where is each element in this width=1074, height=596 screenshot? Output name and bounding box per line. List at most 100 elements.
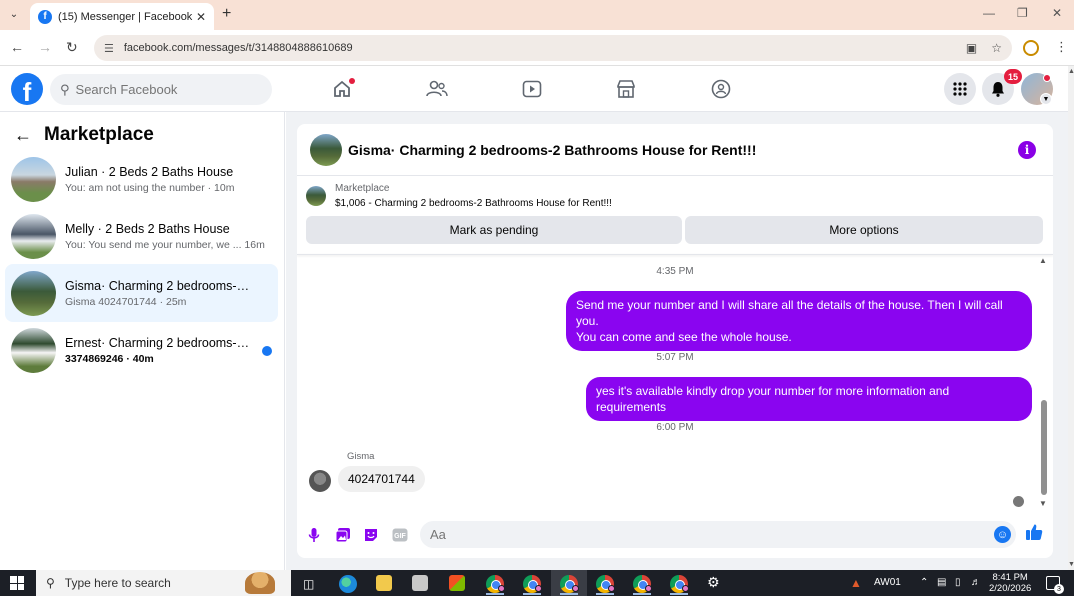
conversation-item-julian[interactable]: Julian · 2 Beds 2 Baths House You: am no… [5,150,278,208]
read-receipt-avatar [1013,496,1024,507]
facebook-search-box[interactable]: ⚲ [50,74,272,105]
url-text[interactable]: facebook.com/messages/t/3148804888610689 [124,42,952,54]
minimize-window-icon[interactable]: — [983,6,995,20]
chat-listing-avatar[interactable] [310,133,342,166]
conversation-name: Gisma· Charming 2 bedrooms-2 B... [65,278,255,293]
marketplace-conversations-panel: ← Marketplace Julian · 2 Beds 2 Baths Ho… [0,112,285,570]
running-indicator [560,593,578,595]
browser-menu-icon[interactable]: ⋮ [1055,39,1068,55]
settings-gear-icon[interactable]: ⚙ [707,574,720,591]
close-window-icon[interactable]: ✕ [1052,6,1062,20]
site-settings-icon[interactable]: ☰ [104,42,114,55]
message-input[interactable] [420,521,1016,548]
listing-thumbnail [11,327,56,373]
message-timestamp: 6:00 PM [656,422,694,433]
friends-icon[interactable] [426,78,448,100]
conversation-info-icon[interactable]: i [1018,141,1036,159]
back-arrow-icon[interactable]: ← [14,125,32,146]
gif-label: GIF [394,533,406,540]
microsoft-store-icon[interactable] [449,575,465,591]
gif-icon[interactable]: GIF [391,526,409,544]
facebook-search-input[interactable] [75,82,256,97]
outgoing-message[interactable]: Send me your number and I will share all… [566,291,1032,351]
volume-speaker-icon[interactable]: ♬ [971,577,981,588]
task-view-icon[interactable]: ◫ [303,577,314,591]
close-tab-icon[interactable]: ✕ [196,10,206,24]
conversation-name: Melly · 2 Beds 2 Baths House [65,221,230,236]
conversation-item-melly[interactable]: Melly · 2 Beds 2 Baths House You: You se… [5,207,278,265]
action-center-count: 3 [1054,584,1064,594]
search-highlight-muffin-icon[interactable] [245,572,275,594]
conversation-preview: 3374869246 · 40m [65,352,154,365]
install-app-icon[interactable]: ▣ [966,41,977,55]
address-bar[interactable]: ☰ facebook.com/messages/t/31488048886106… [94,35,1012,61]
show-hidden-icons-chevron-up-icon[interactable]: ⌃ [920,577,928,588]
chat-title[interactable]: Gisma· Charming 2 bedrooms-2 Bathrooms H… [348,142,756,158]
chat-window: Gisma· Charming 2 bedrooms-2 Bathrooms H… [297,124,1053,558]
conversation-item-ernest[interactable]: Ernest· Charming 2 bedrooms-1 ... 337486… [5,321,278,379]
taskbar-clock[interactable]: 8:41 PM 2/20/2026 [989,572,1031,594]
running-indicator [596,593,614,595]
new-tab-plus-icon[interactable]: + [222,5,231,23]
search-icon: ⚲ [60,81,70,97]
account-chevron-down-icon[interactable]: ▼ [1040,93,1052,105]
edge-browser-icon[interactable] [339,575,357,593]
profile-badge [608,585,615,592]
back-arrow-icon[interactable]: ← [10,39,24,55]
menu-grid-icon[interactable] [944,73,976,105]
chat-scroll-up-arrow-icon[interactable]: ▲ [1039,256,1047,265]
photo-gallery-icon[interactable] [334,526,352,544]
header-divider [297,254,1053,255]
message-text-line: Send me your number and I will share all… [576,298,1003,328]
message-timestamp: 5:07 PM [656,352,694,363]
conversation-item-gisma[interactable]: Gisma· Charming 2 bedrooms-2 B... Gisma … [5,264,278,322]
message-timestamp: 4:35 PM [656,266,694,277]
facebook-header: f ⚲ [0,66,1068,112]
browser-profile-icon[interactable] [1023,40,1039,56]
groups-icon[interactable] [710,78,732,100]
message-text-line: You can come and see the whole house. [576,330,792,344]
browser-tab-messenger[interactable]: f (15) Messenger | Facebook ✕ [30,3,214,30]
running-indicator [523,593,541,595]
forward-arrow-icon[interactable]: → [38,39,52,55]
microphone-icon[interactable] [305,526,323,544]
page-scroll-down-arrow-icon[interactable]: ▼ [1068,561,1074,568]
outgoing-message[interactable]: yes it's available kindly drop your numb… [586,377,1032,421]
sender-avatar[interactable] [309,470,331,492]
thumbs-up-like-icon[interactable] [1025,523,1043,546]
reload-icon[interactable]: ↻ [66,39,78,56]
clock-date: 2/20/2026 [989,583,1032,594]
emoji-icon[interactable]: ☺ [994,526,1011,543]
windows-start-icon[interactable] [10,576,24,590]
chat-scrollbar-thumb[interactable] [1041,400,1047,495]
chat-scroll-down-arrow-icon[interactable]: ▼ [1039,499,1047,508]
mark-as-pending-button[interactable]: Mark as pending [306,216,682,244]
page-scrollbar[interactable]: ▲ ▼ [1068,66,1074,570]
video-icon[interactable] [521,78,543,100]
conversation-preview: Gisma 4024701744 · 25m [65,295,187,308]
weather-icon[interactable]: ▲ [850,576,862,590]
network-icon[interactable]: ▤ [937,577,946,588]
incoming-message[interactable]: 4024701744 [338,466,425,492]
profile-badge [572,585,579,592]
action-center-icon[interactable]: 3 [1046,576,1064,594]
app-icon[interactable] [412,575,428,591]
bookmark-star-icon[interactable]: ☆ [991,41,1002,55]
weather-label[interactable]: AW01 [874,577,901,588]
page-scroll-up-arrow-icon[interactable]: ▲ [1068,68,1074,75]
listing-thumbnail [11,213,56,259]
tab-title: (15) Messenger | Facebook [58,10,193,23]
marketplace-icon[interactable] [615,78,637,100]
taskbar-search-box[interactable]: ⚲ Type here to search [36,570,291,596]
facebook-logo-icon[interactable]: f [11,73,43,105]
battery-icon[interactable]: ▯ [955,577,961,588]
marketplace-listing-info[interactable]: Marketplace $1,006 - Charming 2 bedrooms… [306,183,612,209]
sticker-icon[interactable] [362,526,380,544]
unread-indicator-dot [262,346,272,356]
more-options-button[interactable]: More options [685,216,1043,244]
running-indicator [670,593,688,595]
conversation-preview: You: am not using the number · 10m [65,181,235,194]
restore-window-icon[interactable]: ❐ [1017,6,1028,20]
file-explorer-icon[interactable] [376,575,392,591]
tab-search-chevron-icon[interactable]: ⌄ [5,5,23,23]
